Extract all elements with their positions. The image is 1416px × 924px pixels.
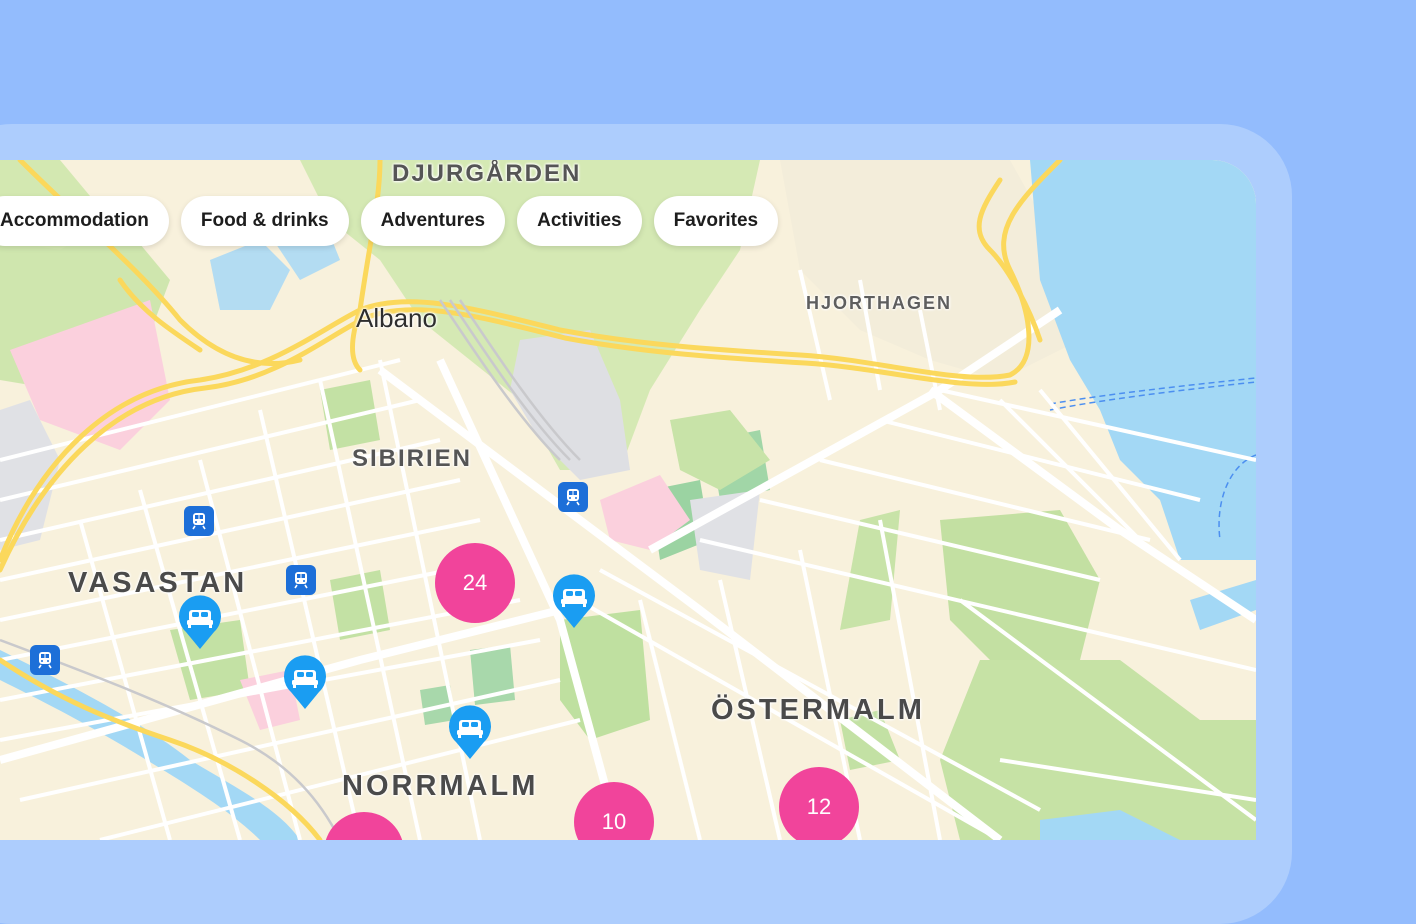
map-base-layer	[0, 160, 1256, 840]
filter-chip-accommodation[interactable]: Accommodation	[0, 196, 169, 246]
district-label-djurgarden: DJURGÅRDEN	[392, 160, 582, 187]
bed-icon[interactable]	[551, 573, 597, 629]
train-icon[interactable]	[30, 645, 60, 675]
district-label-norrmalm: NORRMALM	[342, 770, 539, 802]
cluster-marker[interactable]: 12	[779, 767, 859, 840]
map-view[interactable]: Accommodation Food & drinks Adventures A…	[0, 160, 1256, 840]
cluster-marker[interactable]: 24	[435, 543, 515, 623]
district-label-sibirien: SIBIRIEN	[352, 445, 473, 472]
train-icon[interactable]	[184, 506, 214, 536]
filter-chip-activities[interactable]: Activities	[517, 196, 642, 246]
bed-icon[interactable]	[282, 654, 328, 710]
bed-icon[interactable]	[447, 704, 493, 760]
filter-chip-food-drinks[interactable]: Food & drinks	[180, 196, 349, 246]
place-label-albano: Albano	[356, 303, 437, 333]
filter-chip-favorites[interactable]: Favorites	[653, 196, 779, 246]
filter-chip-adventures[interactable]: Adventures	[360, 196, 506, 246]
filter-chip-bar: Accommodation Food & drinks Adventures A…	[0, 196, 779, 246]
district-label-ostermalm: ÖSTERMALM	[711, 694, 925, 726]
district-label-hjorthagen: HJORTHAGEN	[806, 293, 953, 313]
train-icon[interactable]	[286, 565, 316, 595]
bed-icon[interactable]	[177, 594, 223, 650]
train-icon[interactable]	[558, 482, 588, 512]
